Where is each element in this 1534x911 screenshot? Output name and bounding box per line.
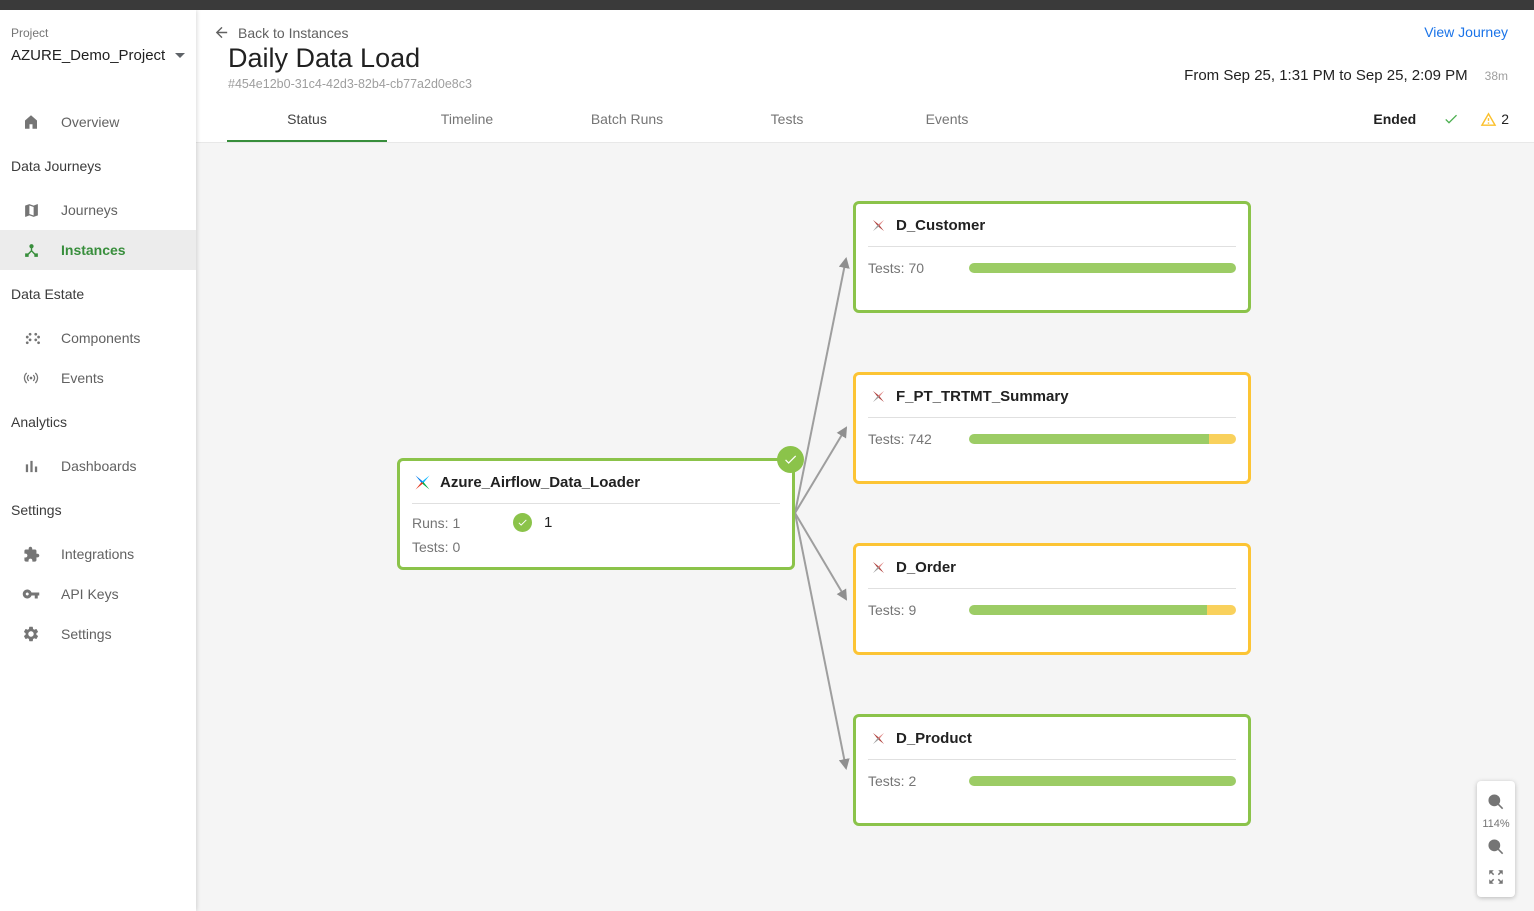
sidebar-item-settings[interactable]: Settings (0, 614, 196, 654)
check-icon (1443, 111, 1459, 127)
tab-timeline[interactable]: Timeline (387, 96, 547, 142)
tests-progress-bar (969, 605, 1236, 615)
node-d-customer[interactable]: D_Customer Tests: 70 (853, 201, 1251, 313)
bar-chart-icon (22, 457, 40, 475)
tests-label: Tests: 2 (868, 773, 969, 789)
sidebar-item-api-keys[interactable]: API Keys (0, 574, 196, 614)
warning-triangle-icon: 2 (1480, 111, 1509, 128)
home-icon (22, 113, 40, 131)
gear-icon (22, 625, 40, 643)
duration: 38m (1485, 69, 1508, 83)
tab-status[interactable]: Status (227, 96, 387, 142)
zoom-in-icon[interactable] (1484, 790, 1508, 814)
sidebar-item-components[interactable]: Components (0, 318, 196, 358)
node-title: D_Order (896, 559, 956, 576)
puzzle-icon (22, 545, 40, 563)
tests-label: Tests: 0 (412, 539, 513, 555)
zoom-level: 114% (1482, 818, 1509, 830)
instance-status: Ended 2 (1373, 96, 1509, 142)
dataset-icon (870, 217, 887, 234)
airflow-pinwheel-icon (414, 474, 431, 491)
node-title: D_Product (896, 730, 972, 747)
status-ended-label: Ended (1373, 111, 1416, 127)
warning-count: 2 (1501, 111, 1509, 127)
broadcast-icon (22, 369, 40, 387)
view-journey-link[interactable]: View Journey (1184, 24, 1508, 40)
zoom-out-icon[interactable] (1484, 835, 1508, 859)
tab-tests[interactable]: Tests (707, 96, 867, 142)
dag-canvas[interactable]: Azure_Airflow_Data_Loader Runs: 1 1 Test… (196, 143, 1534, 911)
sidebar-section-data-journeys: Data Journeys (0, 156, 196, 176)
runs-label: Runs: 1 (412, 515, 513, 531)
map-icon (22, 201, 40, 219)
node-title: D_Customer (896, 217, 985, 234)
divider (868, 759, 1236, 760)
tests-progress-bar (969, 434, 1236, 444)
main-content: Back to Instances Daily Data Load #454e1… (196, 10, 1534, 911)
sidebar: Project AZURE_Demo_Project Overview Data… (0, 10, 196, 911)
project-label: Project (11, 26, 184, 40)
zoom-controls: 114% (1477, 781, 1515, 897)
sidebar-item-journeys[interactable]: Journeys (0, 190, 196, 230)
top-bar (0, 0, 1534, 10)
tab-bar: Status Timeline Batch Runs Tests Events … (196, 96, 1534, 143)
sidebar-item-overview[interactable]: Overview (0, 102, 196, 142)
sidebar-item-instances[interactable]: Instances (0, 230, 196, 270)
sidebar-section-settings: Settings (0, 500, 196, 520)
sidebar-item-integrations[interactable]: Integrations (0, 534, 196, 574)
run-success-icon (513, 513, 532, 532)
tab-batch-runs[interactable]: Batch Runs (547, 96, 707, 142)
runs-success-count: 1 (544, 514, 552, 531)
sidebar-item-dashboards[interactable]: Dashboards (0, 446, 196, 486)
grain-dots-icon (22, 329, 40, 347)
node-azure-airflow-data-loader[interactable]: Azure_Airflow_Data_Loader Runs: 1 1 Test… (397, 458, 795, 570)
sidebar-section-data-estate: Data Estate (0, 284, 196, 304)
sidebar-section-analytics: Analytics (0, 412, 196, 432)
node-f-pt-trtmt-summary[interactable]: F_PT_TRTMT_Summary Tests: 742 (853, 372, 1251, 484)
dataset-icon (870, 388, 887, 405)
divider (868, 246, 1236, 247)
node-d-order[interactable]: D_Order Tests: 9 (853, 543, 1251, 655)
project-name: AZURE_Demo_Project (11, 47, 165, 64)
node-title: F_PT_TRTMT_Summary (896, 388, 1069, 405)
tests-label: Tests: 9 (868, 602, 969, 618)
tests-progress-bar (969, 776, 1236, 786)
tests-label: Tests: 70 (868, 260, 969, 276)
divider (868, 417, 1236, 418)
key-icon (22, 585, 40, 603)
divider (868, 588, 1236, 589)
project-selector[interactable]: AZURE_Demo_Project (11, 47, 184, 64)
tests-label: Tests: 742 (868, 431, 969, 447)
dataset-icon (870, 559, 887, 576)
page-header: Back to Instances Daily Data Load #454e1… (196, 10, 1534, 96)
divider (412, 503, 780, 504)
sidebar-item-events[interactable]: Events (0, 358, 196, 398)
dataset-icon (870, 730, 887, 747)
back-arrow-icon (213, 24, 230, 41)
date-range: From Sep 25, 1:31 PM to Sep 25, 2:09 PM3… (1184, 67, 1508, 84)
hub-icon (22, 241, 40, 259)
fullscreen-icon[interactable] (1484, 865, 1508, 889)
node-d-product[interactable]: D_Product Tests: 2 (853, 714, 1251, 826)
tab-events[interactable]: Events (867, 96, 1027, 142)
chevron-down-icon (175, 53, 185, 58)
success-badge-icon (777, 446, 804, 473)
node-title: Azure_Airflow_Data_Loader (440, 474, 640, 491)
tests-progress-bar (969, 263, 1236, 273)
